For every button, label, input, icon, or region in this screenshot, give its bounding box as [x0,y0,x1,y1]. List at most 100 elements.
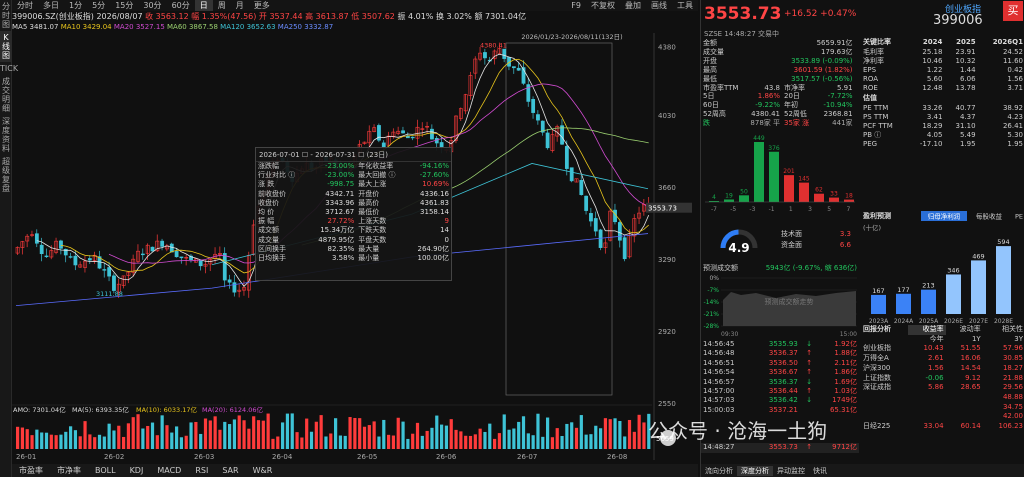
period-tab-5[interactable]: 30分 [138,0,166,11]
tick-cell: ↓ [806,396,813,405]
sidebar-tab-0[interactable]: 分时图 [0,0,12,31]
valuation-cell: 4.37 [960,113,976,121]
volume-bar [112,430,116,449]
tick-row[interactable]: 15:00:03 3537.21 65.31亿 [701,406,859,415]
tool-4[interactable]: 工具 [672,0,698,11]
period-tab-2[interactable]: 1分 [64,0,87,11]
right-tab-0[interactable]: 流向分析 [701,466,737,476]
return-row: 34.75 [861,403,1024,413]
tool-1[interactable]: 不复权 [586,0,620,11]
stat-cell: -998.75 [327,180,355,189]
earnings-bar [971,260,986,314]
indicator-tab-2[interactable]: BOLL [88,466,123,475]
return-cell: 14.54 [960,363,981,372]
quote-cell: -10.94% [823,101,853,110]
quote-cell [855,66,859,75]
tick-row[interactable]: 14:56:54 3536.67 ↑ 1.86亿 [701,368,859,377]
quote-cell [745,48,782,57]
tick-cell: 3536.37 [768,377,798,386]
return-col: 3Y [1014,334,1023,343]
tick-cell: 3536.37 [768,349,798,358]
candle-body [502,48,507,59]
tick-row[interactable]: 14:56:57 3536.37 ↓ 1.69亿 [701,378,859,387]
volume-bar [459,431,463,449]
indicator-tab-5[interactable]: RSI [188,466,215,475]
earnings-btn-pe[interactable]: PE [1015,213,1023,221]
stat-cell: 前收盘价 [258,189,286,198]
tick-row[interactable]: 14:57:03 3536.42 ↓ 1749亿 [701,396,859,405]
ticker-header: 3553.73 +16.52 +0.47% 创业板指 399006 买 [701,0,1024,30]
indicator-tab-6[interactable]: SAR [215,466,245,475]
stat-cell: 涨 跌 [258,180,275,189]
forecast-tick: 0% [709,275,719,282]
code-name: 399006.SZ(创业板指) [12,12,94,21]
tool-3[interactable]: 画线 [646,0,672,11]
tick-row[interactable]: 14:48:27 3553.73 ↑ 9712亿 [701,443,859,453]
candle-body [44,255,49,258]
period-tab-0[interactable]: 分时 [12,0,38,11]
sidebar-tab-1[interactable]: K线图 [0,31,12,62]
return-cell: 60.14 [960,422,981,431]
range-stats-popup[interactable]: 2026-07-01 ☐ - 2026-07-31 ☐ (23日) 涨跌幅 -23… [255,147,452,281]
period-tab-10[interactable]: 更多 [249,0,275,11]
return-header: 回报分析 收益率 波动率 相关性 [861,325,1024,335]
range-stats-header[interactable]: 2026-07-01 ☐ - 2026-07-31 ☐ (23日) [256,148,451,162]
period-tab-6[interactable]: 60分 [167,0,195,11]
volume-bar [203,418,208,449]
candle-body [564,146,569,169]
dist-bar-label: 376 [768,145,780,152]
volume-bar [213,416,217,449]
valuation-cell: PE TTM [863,104,889,112]
tool-2[interactable]: 叠加 [620,0,646,11]
tick-cell: 3553.73 [768,443,798,452]
right-tab-3[interactable]: 快讯 [809,466,831,476]
quote-cell: 60日 [703,101,719,110]
period-tab-7[interactable]: 日 [194,0,213,11]
period-tab-1[interactable]: 多日 [38,0,64,11]
earnings-btn-eps[interactable]: 每股收益 [976,212,1003,221]
close-value: 收 3563.12 [145,12,189,21]
stat-cell: 收盘价 [258,198,279,207]
indicator-tab-3[interactable]: KDJ [123,466,151,475]
sidebar-tab-5[interactable]: 超级复盘 [0,155,12,195]
period-tab-3[interactable]: 5分 [87,0,110,11]
stat-cell: 日均换手 [258,254,286,263]
indicator-tab-1[interactable]: 市净率 [50,465,88,476]
tick-row[interactable]: 14:56:48 3536.37 ↑ 1.88亿 [701,349,859,358]
right-tab-2[interactable]: 异动监控 [773,466,809,476]
return-cell [946,412,983,422]
indicator-tab-4[interactable]: MACD [150,466,188,475]
return-mode-button-1[interactable]: 波动率 [946,325,983,335]
sidebar-tab-3[interactable]: 成交明细 [0,75,12,115]
volume-bar [208,420,212,449]
candle-body [401,130,405,134]
period-tab-8[interactable]: 周 [213,0,231,11]
stat-cell: 264.90亿 [417,244,450,253]
candle-body [593,218,598,232]
return-mode-button-0[interactable]: 收益率 [908,325,946,335]
tick-cell: 1.69亿 [834,377,857,386]
volume-bar [464,435,468,449]
indicator-tab-0[interactable]: 市盈率 [12,465,50,476]
indicator-tab-7[interactable]: W&R [246,466,280,475]
earnings-bar [921,289,936,314]
right-tab-1[interactable]: 深度分析 [737,465,773,476]
valuation-cell: 4.05 [926,131,943,139]
quote-cell: 52周高 [703,110,726,119]
sidebar-tab-2[interactable]: TICK [0,62,18,75]
volume-bar [290,413,294,449]
return-mode-button-2[interactable]: 相关性 [983,325,1024,335]
tick-row[interactable]: 14:56:51 3536.50 ↑ 2.11亿 [701,359,859,368]
buy-button[interactable]: 买 [1003,1,1023,21]
period-tab-9[interactable]: 月 [231,0,249,11]
return-cell: 1.56 [927,363,944,372]
quote-details: 金额 5659.91亿 成交量 179.63亿 开盘 3533.89 (-0.09%) 最高… [701,39,859,128]
price-tick: 2550 [658,400,676,408]
sidebar-tab-4[interactable]: 深度资料 [0,115,12,155]
dist-tick: -5 [730,206,736,213]
dist-tick: -3 [749,206,755,213]
tick-row[interactable]: 14:56:45 3535.93 ↓ 1.92亿 [701,340,859,349]
quote-cell: 3533.89 (-0.09%) [791,56,853,65]
tool-0[interactable]: F9 [566,0,586,11]
period-tab-4[interactable]: 15分 [110,0,138,11]
